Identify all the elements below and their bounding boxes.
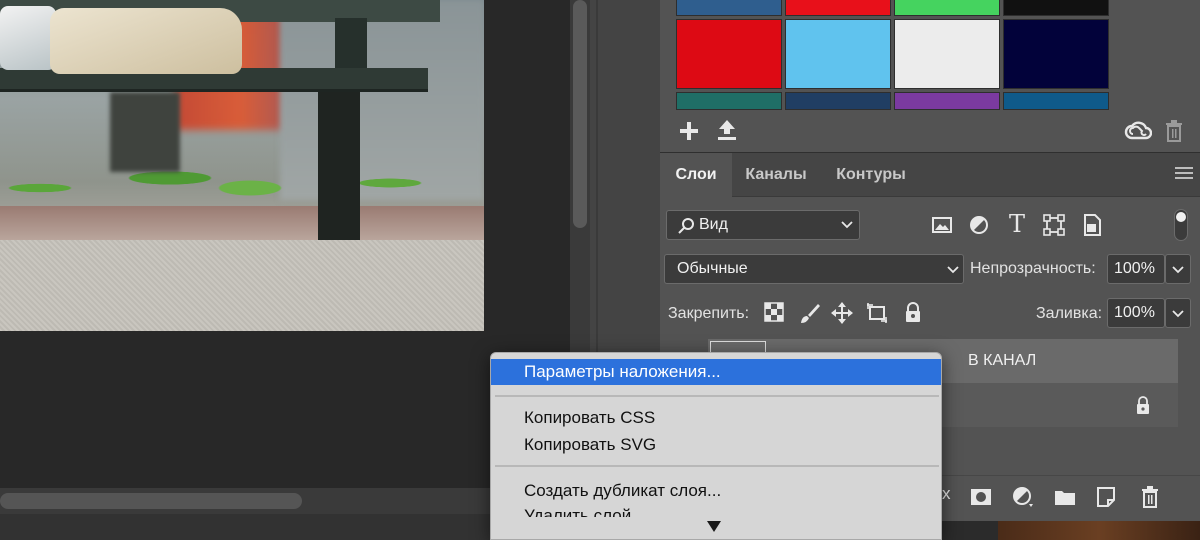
upload-icon[interactable]	[716, 118, 738, 142]
scroll-down-arrow-icon[interactable]	[707, 521, 721, 532]
color-swatch[interactable]	[785, 92, 891, 110]
layer-filter-label: Вид	[699, 216, 728, 233]
color-swatch[interactable]	[894, 0, 1000, 16]
photo-curb	[0, 206, 484, 240]
adjustment-icon[interactable]	[1012, 486, 1036, 508]
opacity-dropdown-button[interactable]	[1165, 254, 1191, 284]
lock-label: Закрепить:	[668, 305, 750, 322]
menu-item-duplicate-layer[interactable]: Создать дубликат слоя...	[491, 478, 941, 504]
menu-item-blending-options[interactable]: Параметры наложения...	[491, 359, 941, 385]
color-swatch[interactable]	[894, 19, 1000, 89]
fill-label: Заливка:	[1036, 305, 1103, 322]
tab-channels[interactable]: Каналы	[732, 153, 820, 197]
photo-ground	[0, 240, 484, 331]
color-swatch[interactable]	[894, 92, 1000, 110]
lock-artboard-icon[interactable]	[865, 301, 889, 325]
menu-separator	[495, 465, 939, 467]
tab-layers[interactable]: Слои	[660, 153, 732, 197]
lock-icon	[1137, 396, 1149, 414]
color-swatch[interactable]	[785, 19, 891, 89]
photo-bag	[50, 8, 242, 74]
photo-bag-small	[0, 6, 56, 70]
lock-all-icon[interactable]	[901, 301, 925, 325]
lock-pixels-icon[interactable]	[798, 301, 822, 325]
opacity-label: Непрозрачность:	[970, 260, 1096, 277]
mask-icon[interactable]	[970, 488, 992, 506]
document-canvas-area[interactable]	[0, 0, 570, 540]
photo-bench-leg-left	[110, 92, 180, 172]
filter-toggle[interactable]	[1174, 209, 1188, 241]
search-icon	[678, 218, 694, 234]
layer-filter-select[interactable]: Вид	[666, 210, 860, 240]
tab-paths[interactable]: Контуры	[820, 153, 922, 197]
document-photo[interactable]	[0, 0, 484, 331]
color-swatch[interactable]	[676, 92, 782, 110]
vertical-scrollbar-thumb[interactable]	[573, 0, 587, 228]
trash-icon[interactable]	[1140, 486, 1160, 508]
color-swatch[interactable]	[676, 19, 782, 89]
swatches-toolbar	[660, 110, 1200, 152]
menu-separator	[495, 395, 939, 397]
photo-bench-strut	[335, 18, 367, 73]
shape-filter-icon[interactable]	[1042, 213, 1066, 237]
menu-item-copy-svg[interactable]: Копировать SVG	[491, 432, 941, 458]
photo-bench-leg-right	[318, 92, 360, 240]
chevron-down-icon	[1172, 310, 1184, 318]
color-swatch[interactable]	[1003, 92, 1109, 110]
status-bar	[0, 514, 570, 540]
horizontal-scrollbar-thumb[interactable]	[0, 493, 302, 509]
color-swatch[interactable]	[1003, 19, 1109, 89]
chevron-down-icon	[1172, 266, 1184, 274]
blend-mode-value: Обычные	[677, 260, 748, 277]
type-filter-icon[interactable]: T	[1005, 211, 1029, 237]
lock-transparent-icon[interactable]	[764, 302, 784, 322]
panel-tab-bar: Слои Каналы Контуры	[660, 153, 1200, 197]
lock-position-icon[interactable]	[830, 301, 854, 325]
image-filter-icon[interactable]	[930, 213, 954, 237]
color-swatch[interactable]	[785, 0, 891, 16]
filter-toggle-knob	[1176, 212, 1186, 222]
chevron-down-icon	[841, 221, 853, 229]
blend-mode-select[interactable]: Обычные	[664, 254, 964, 284]
layer-context-menu: Параметры наложения... Копировать CSS Ко…	[490, 352, 942, 540]
fill-dropdown-button[interactable]	[1165, 298, 1191, 328]
creative-cloud-icon[interactable]	[1124, 120, 1152, 142]
color-swatch[interactable]	[1003, 0, 1109, 16]
opacity-input[interactable]: 100%	[1107, 254, 1165, 284]
menu-item-copy-css[interactable]: Копировать CSS	[491, 405, 941, 431]
fill-input[interactable]: 100%	[1107, 298, 1165, 328]
fx-icon[interactable]: x	[942, 484, 951, 504]
photo-grass	[0, 128, 484, 210]
chevron-down-icon	[947, 266, 959, 274]
new-layer-icon[interactable]	[1096, 486, 1116, 508]
panel-menu-icon[interactable]	[1175, 167, 1193, 181]
menu-item-delete-layer[interactable]: Удалить слой	[491, 503, 941, 517]
adjustment-filter-icon[interactable]	[967, 213, 991, 237]
folder-icon[interactable]	[1054, 488, 1076, 506]
color-swatch[interactable]	[676, 0, 782, 16]
smart-object-filter-icon[interactable]	[1080, 213, 1104, 237]
trash-icon[interactable]	[1164, 120, 1184, 142]
layer-name: В КАНАЛ	[968, 352, 1037, 369]
plus-icon[interactable]	[678, 120, 700, 142]
